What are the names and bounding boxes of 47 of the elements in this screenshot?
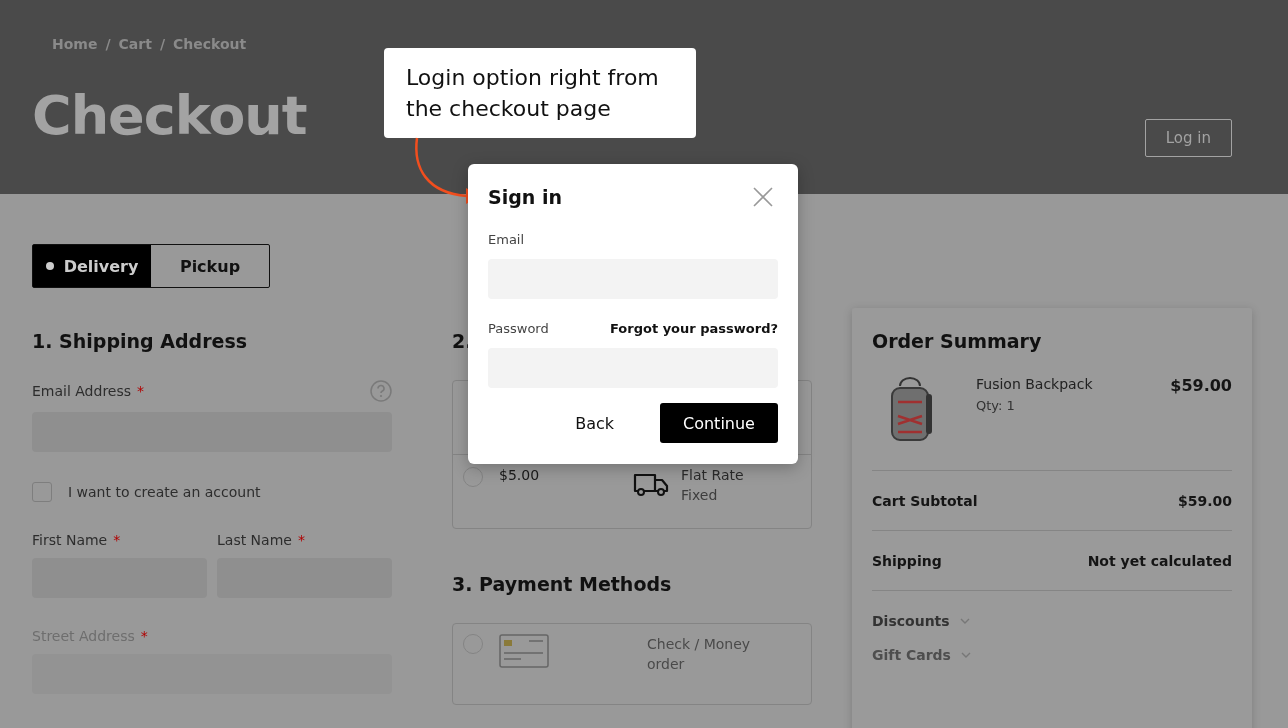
field-label: Email bbox=[488, 232, 525, 247]
collapsible-header[interactable]: Gift Cards bbox=[872, 647, 1232, 663]
close-icon[interactable] bbox=[752, 186, 774, 208]
required-mark: * bbox=[113, 532, 121, 548]
chevron-icon bbox=[959, 617, 970, 625]
method-name: Fixed bbox=[681, 487, 719, 503]
dialog-title: Sign in bbox=[488, 186, 562, 208]
login-button[interactable]: Log in bbox=[1144, 119, 1232, 157]
credit-card-icon bbox=[499, 634, 549, 668]
total-label: Cart Subtotal bbox=[872, 492, 978, 509]
forgot-password-link[interactable]: Forgot your password? bbox=[609, 321, 778, 336]
checkbox-label: I want to create an account bbox=[68, 484, 261, 500]
breadcrumb-link[interactable]: Home bbox=[52, 36, 98, 52]
total-value: Not yet calculated bbox=[1087, 552, 1232, 569]
total-value: $59.00 bbox=[1177, 492, 1232, 509]
callout-note: Login option right from the checkout page bbox=[384, 48, 696, 138]
continue-button[interactable]: Continue bbox=[660, 403, 778, 443]
required-mark: * bbox=[137, 383, 145, 399]
back-button[interactable]: Back bbox=[569, 403, 620, 443]
field-label: Email Address bbox=[32, 383, 132, 399]
shipping-price: $5.00 bbox=[499, 467, 541, 485]
delivery-option-tab[interactable]: Pickup bbox=[151, 245, 269, 287]
required-mark: * bbox=[297, 532, 305, 548]
field-label: Last Name bbox=[217, 532, 292, 548]
collapsible-header[interactable]: Discounts bbox=[872, 613, 1232, 629]
breadcrumb-separator: / bbox=[105, 36, 111, 52]
product-price: $59.00 bbox=[1170, 376, 1232, 397]
section-heading: 1. Shipping Address bbox=[32, 330, 248, 352]
summary-heading: Order Summary bbox=[872, 330, 1043, 352]
truck-icon bbox=[633, 471, 669, 497]
checkbox[interactable] bbox=[32, 482, 52, 502]
product-name: Fusion Backpack bbox=[976, 376, 1094, 392]
section-heading: 3. Payment Methods bbox=[452, 573, 673, 595]
breadcrumb-link[interactable]: Checkout bbox=[173, 36, 247, 52]
help-icon bbox=[370, 380, 392, 402]
breadcrumb-link[interactable]: Cart bbox=[118, 36, 152, 52]
field-label: First Name bbox=[32, 532, 108, 548]
page-title: Checkout bbox=[32, 84, 307, 147]
chevron-icon bbox=[960, 651, 971, 659]
total-label: Shipping bbox=[872, 552, 942, 569]
product-quantity: Qty: 1 bbox=[976, 398, 1016, 413]
delivery-option-tab[interactable]: Delivery bbox=[33, 245, 151, 287]
carrier-name: Flat Rate bbox=[681, 467, 744, 483]
breadcrumb-separator: / bbox=[159, 36, 165, 52]
field-label: Password bbox=[488, 321, 549, 336]
payment-method-name: Check / Money order bbox=[647, 635, 752, 674]
required-mark: * bbox=[140, 628, 148, 644]
